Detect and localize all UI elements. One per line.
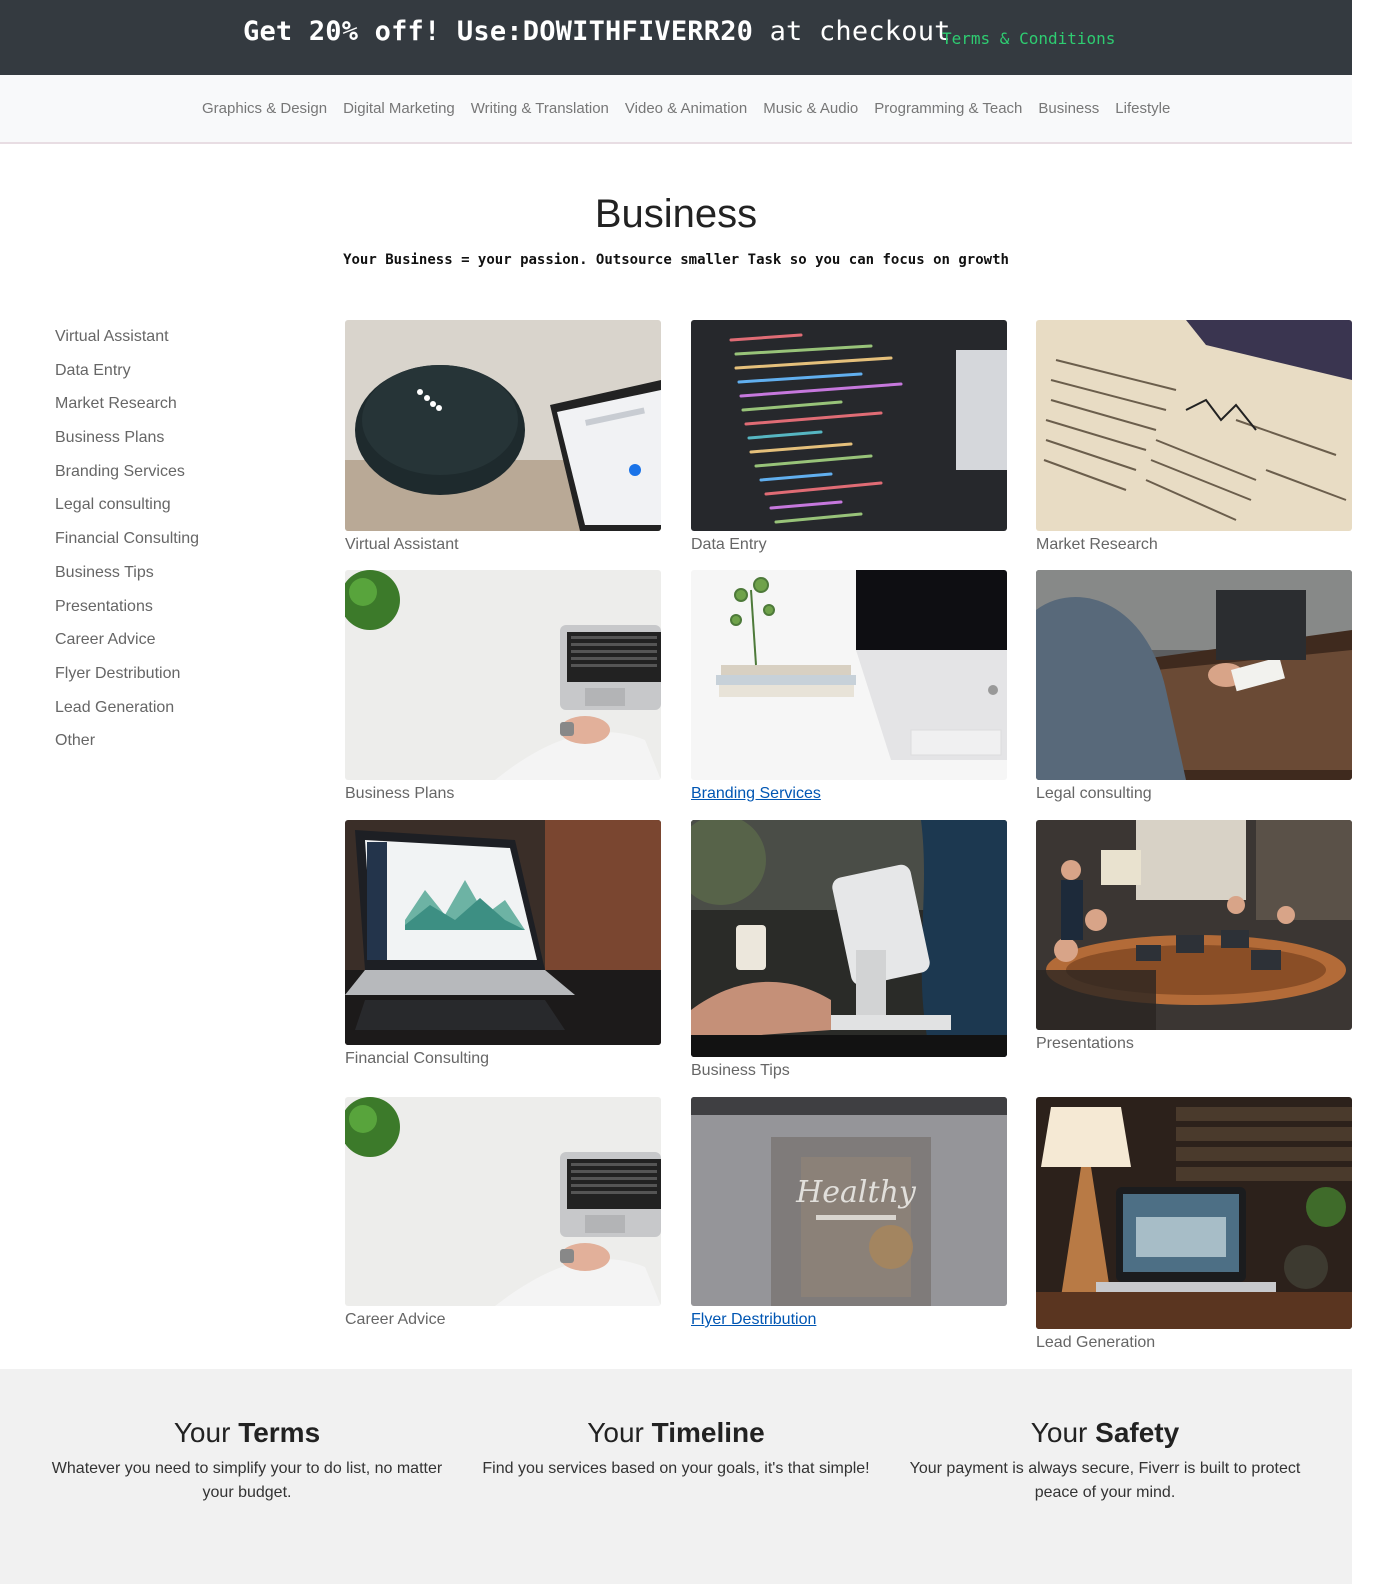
card-label[interactable]: Branding Services bbox=[691, 784, 1007, 804]
feature-description: Whatever you need to simplify your to do… bbox=[51, 1460, 443, 1501]
card-label[interactable]: Flyer Destribution bbox=[691, 1310, 1007, 1330]
promo-prefix: Get 20% off! Use: bbox=[243, 16, 523, 47]
sidebar-item-branding-services[interactable]: Branding Services bbox=[55, 461, 199, 495]
service-card[interactable]: Presentations bbox=[1036, 820, 1352, 1054]
nav-lifestyle[interactable]: Lifestyle bbox=[1115, 100, 1170, 117]
laptop-desk-photo[interactable] bbox=[345, 1097, 661, 1306]
card-label[interactable]: Lead Generation bbox=[1036, 1333, 1352, 1353]
laptop-charts-photo[interactable] bbox=[345, 820, 661, 1045]
promo-code: DOWITHFIVERR20 bbox=[522, 16, 754, 47]
laptop-desk-photo[interactable] bbox=[345, 570, 661, 780]
sidebar-item-flyer-distribution[interactable]: Flyer Destribution bbox=[55, 663, 199, 697]
sidebar-item-virtual-assistant[interactable]: Virtual Assistant bbox=[55, 326, 199, 360]
card-label[interactable]: Business Plans bbox=[345, 784, 661, 804]
service-card[interactable]: Financial Consulting bbox=[345, 820, 661, 1069]
sidebar-item-financial-consulting[interactable]: Financial Consulting bbox=[55, 528, 199, 562]
nav-programming-teach[interactable]: Programming & Teach bbox=[874, 100, 1022, 117]
white-desk-imac-photo[interactable] bbox=[691, 570, 1007, 780]
nav-digital-marketing[interactable]: Digital Marketing bbox=[343, 100, 455, 117]
nav-business[interactable]: Business bbox=[1038, 100, 1099, 117]
card-label[interactable]: Business Tips bbox=[691, 1061, 1007, 1081]
feature-title: Your Safety bbox=[1030, 1417, 1180, 1448]
sidebar: Virtual Assistant Data Entry Market Rese… bbox=[55, 326, 199, 764]
service-card[interactable]: Branding Services bbox=[691, 570, 1007, 804]
sidebar-item-lead-generation[interactable]: Lead Generation bbox=[55, 697, 199, 731]
sidebar-item-business-tips[interactable]: Business Tips bbox=[55, 562, 199, 596]
promo-suffix: at checkout bbox=[753, 16, 951, 47]
terms-conditions-link[interactable]: Terms & Conditions bbox=[942, 29, 1115, 48]
laptop-lamp-photo[interactable] bbox=[1036, 1097, 1352, 1329]
nav-writing-translation[interactable]: Writing & Translation bbox=[471, 100, 609, 117]
smart-speaker-photo[interactable] bbox=[345, 320, 661, 531]
page-subtitle: Your Business = your passion. Outsource … bbox=[343, 252, 1009, 268]
code-screen-photo[interactable] bbox=[691, 320, 1007, 531]
sidebar-item-data-entry[interactable]: Data Entry bbox=[55, 360, 199, 394]
promo-text: Get 20% off! Use:DOWITHFIVERR20 at check… bbox=[243, 16, 951, 47]
conference-room-photo[interactable] bbox=[1036, 820, 1352, 1030]
feature-timeline: Your Timeline Find you services based on… bbox=[476, 1417, 876, 1481]
service-card[interactable]: Market Research bbox=[1036, 320, 1352, 555]
nav-video-animation[interactable]: Video & Animation bbox=[625, 100, 747, 117]
card-label[interactable]: Virtual Assistant bbox=[345, 535, 661, 555]
meeting-photo[interactable] bbox=[1036, 570, 1352, 780]
feature-title: Your Timeline bbox=[587, 1417, 765, 1448]
sidebar-item-presentations[interactable]: Presentations bbox=[55, 596, 199, 630]
newspaper-photo[interactable] bbox=[1036, 320, 1352, 531]
service-card[interactable]: Business Plans bbox=[345, 570, 661, 804]
card-label[interactable]: Financial Consulting bbox=[345, 1049, 661, 1069]
service-card[interactable]: Lead Generation bbox=[1036, 1097, 1352, 1353]
sidebar-item-market-research[interactable]: Market Research bbox=[55, 393, 199, 427]
card-label[interactable]: Data Entry bbox=[691, 535, 1007, 555]
organic-food-poster-photo[interactable]: Healthy bbox=[691, 1097, 1007, 1306]
category-nav: Graphics & Design Digital Marketing Writ… bbox=[0, 75, 1352, 144]
feature-description: Find you services based on your goals, i… bbox=[482, 1460, 870, 1477]
payment-terminal-photo[interactable] bbox=[691, 820, 1007, 1057]
card-label[interactable]: Market Research bbox=[1036, 535, 1352, 555]
sidebar-item-career-advice[interactable]: Career Advice bbox=[55, 629, 199, 663]
service-card[interactable]: Healthy Flyer Destribution bbox=[691, 1097, 1007, 1330]
promo-banner: Get 20% off! Use:DOWITHFIVERR20 at check… bbox=[0, 0, 1352, 75]
nav-graphics-design[interactable]: Graphics & Design bbox=[202, 100, 327, 117]
sidebar-item-legal-consulting[interactable]: Legal consulting bbox=[55, 494, 199, 528]
feature-terms: Your Terms Whatever you need to simplify… bbox=[47, 1417, 447, 1505]
service-card[interactable]: Career Advice bbox=[345, 1097, 661, 1330]
card-label[interactable]: Presentations bbox=[1036, 1034, 1352, 1054]
card-label[interactable]: Legal consulting bbox=[1036, 784, 1352, 804]
nav-music-audio[interactable]: Music & Audio bbox=[763, 100, 858, 117]
service-card[interactable]: Data Entry bbox=[691, 320, 1007, 555]
sidebar-item-other[interactable]: Other bbox=[55, 730, 199, 764]
service-card[interactable]: Legal consulting bbox=[1036, 570, 1352, 804]
service-card[interactable]: Business Tips bbox=[691, 820, 1007, 1081]
features-section: Your Terms Whatever you need to simplify… bbox=[0, 1369, 1352, 1584]
service-card[interactable]: Virtual Assistant bbox=[345, 320, 661, 555]
sidebar-item-business-plans[interactable]: Business Plans bbox=[55, 427, 199, 461]
feature-title: Your Terms bbox=[173, 1417, 321, 1448]
page-title: Business bbox=[594, 192, 758, 236]
feature-safety: Your Safety Your payment is always secur… bbox=[905, 1417, 1305, 1505]
card-label[interactable]: Career Advice bbox=[345, 1310, 661, 1330]
feature-description: Your payment is always secure, Fiverr is… bbox=[909, 1460, 1301, 1501]
